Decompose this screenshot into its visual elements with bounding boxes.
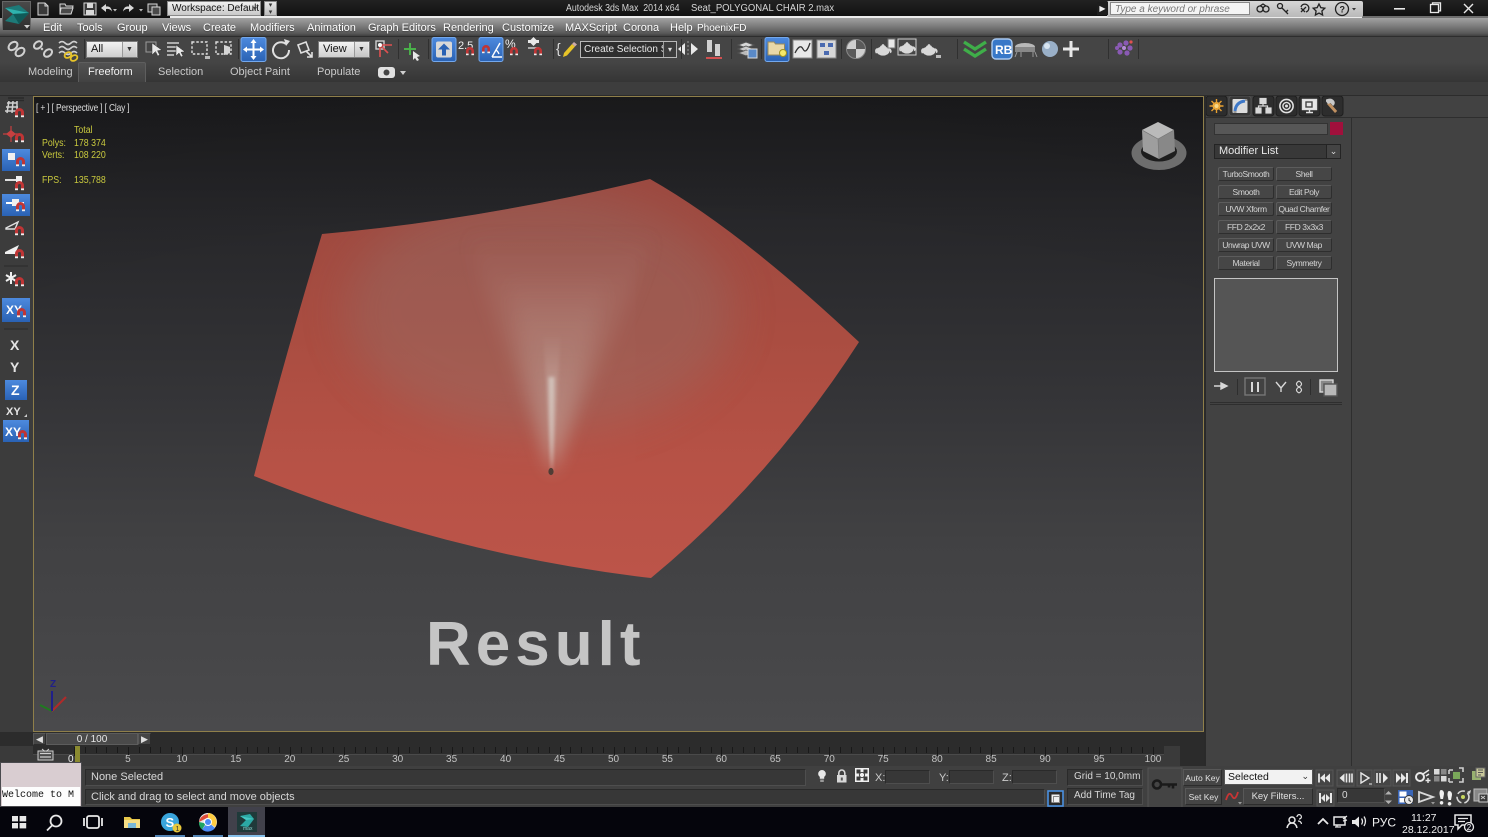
svg-text:28.12.2017: 28.12.2017 — [1402, 824, 1455, 836]
svg-text:Z: Z — [50, 679, 56, 690]
svg-text:RB: RB — [995, 43, 1013, 57]
svg-text:?: ? — [1340, 5, 1346, 15]
svg-text:XY: XY — [6, 406, 21, 418]
svg-text:{: { — [556, 40, 561, 56]
svg-text:Y: Y — [10, 359, 20, 375]
svg-text:X: X — [10, 337, 20, 353]
svg-text:2: 2 — [1467, 823, 1472, 832]
svg-text:Z: Z — [11, 382, 20, 398]
svg-text:max: max — [243, 826, 253, 832]
svg-text:11:27: 11:27 — [1411, 812, 1437, 824]
svg-text:1: 1 — [176, 826, 180, 833]
svg-text:2.5: 2.5 — [458, 40, 473, 52]
svg-text:РУС: РУС — [1372, 816, 1396, 830]
